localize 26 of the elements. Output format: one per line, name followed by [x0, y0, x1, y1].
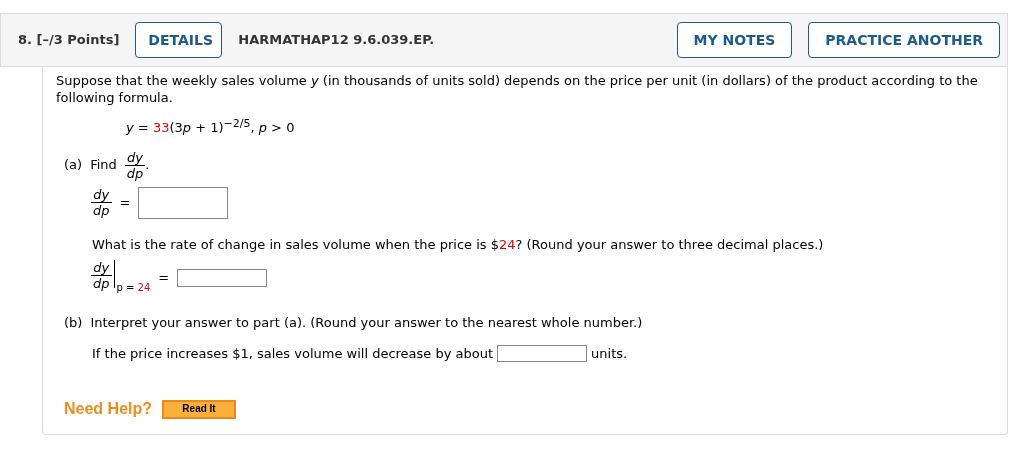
- problem-text: Suppose that the weekly sales volume y (in thousands of units sold) depends on the price per unit (in dollars) of the product according to the following formula.: [56, 72, 979, 106]
- instruction-text: Interpret your answer to part (a). (Round your answer to the nearest whole number.): [90, 314, 643, 332]
- part-label: (a): [64, 156, 83, 175]
- header-button[interactable]: MY NOTES: [676, 22, 793, 58]
- period: .: [145, 156, 150, 175]
- equals-sign: =: [158, 268, 170, 287]
- answer-field[interactable]: [497, 344, 588, 362]
- derivative-fraction: dy dp: [124, 149, 146, 181]
- evaluation-point: p = 24: [116, 281, 151, 295]
- read-it-button[interactable]: Read It: [162, 399, 236, 419]
- equals-sign: =: [119, 193, 131, 212]
- details-button[interactable]: DETAILS: [135, 22, 223, 58]
- header-button[interactable]: PRACTICE ANOTHER: [808, 22, 1000, 58]
- question-text: What is the rate of change in sales volume when the price is $24? (Round your answer to three decimal places.): [92, 235, 825, 254]
- question-points: 8. [–/3 Points]: [18, 31, 120, 50]
- problem-code: HARMATHAP12 9.6.039.EP.: [238, 31, 435, 50]
- sentence-text: If the price increases $1, sales volume will decrease by about: [92, 344, 494, 363]
- part-label: (b): [64, 314, 83, 332]
- derivative-fraction: dy dp: [91, 260, 112, 291]
- unit-text: units.: [591, 344, 628, 363]
- answer-field[interactable]: [138, 186, 229, 219]
- formula: y = 33(3p + 1)$^{−2/5}$, p > 0: [126, 118, 295, 137]
- answer-field[interactable]: [177, 268, 268, 287]
- derivative-fraction: dy dp: [91, 187, 112, 218]
- part-prompt: Find: [90, 156, 117, 175]
- help-label: Need Help?: [64, 399, 152, 419]
